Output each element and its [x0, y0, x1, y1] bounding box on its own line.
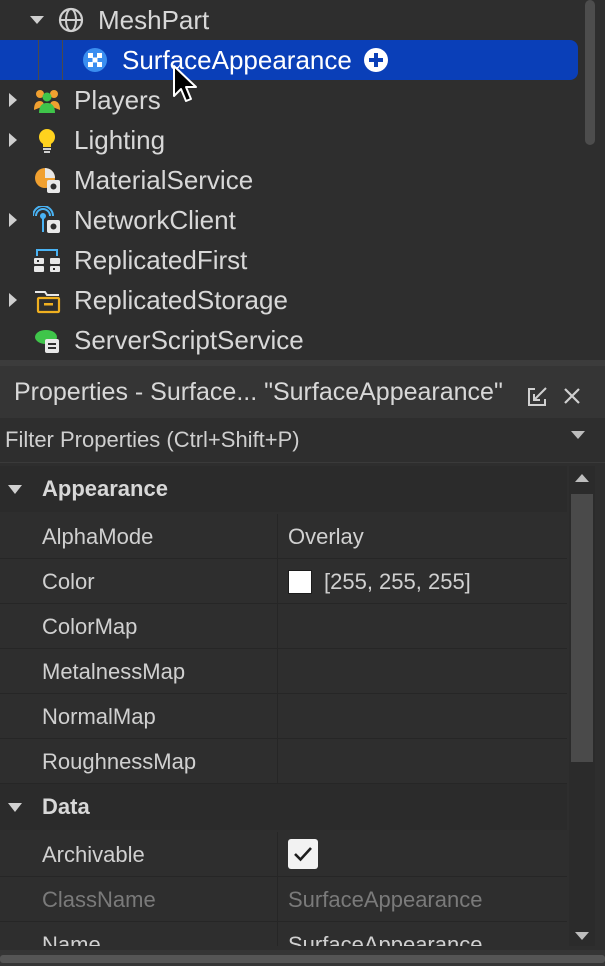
property-name: Archivable [42, 842, 145, 867]
property-row-metalnessmap[interactable]: MetalnessMap [0, 649, 567, 694]
tree-item-label: NetworkClient [74, 205, 236, 235]
tree-item-serverscriptservice[interactable]: ServerScriptService [0, 320, 578, 360]
property-value[interactable]: SurfaceAppearance [288, 932, 482, 946]
close-icon[interactable] [562, 386, 582, 406]
column-divider [277, 922, 278, 946]
tree-item-replicatedfirst[interactable]: ReplicatedFirst [0, 240, 578, 280]
surface-appearance-icon [81, 46, 109, 74]
tree-item-label: Players [74, 85, 161, 115]
checkmark-icon [294, 847, 312, 862]
scroll-up-arrow-icon[interactable] [575, 474, 589, 482]
property-row-color[interactable]: Color [255, 255, 255] [0, 559, 567, 604]
expand-arrow-icon[interactable] [9, 93, 17, 107]
category-label: Data [42, 794, 90, 819]
category-label: Appearance [42, 476, 168, 501]
column-divider [277, 877, 278, 921]
tree-item-label: ServerScriptService [74, 325, 304, 355]
tree-item-replicatedstorage[interactable]: ReplicatedStorage [0, 280, 578, 320]
properties-title: Properties - Surface... "SurfaceAppearan… [14, 378, 503, 406]
property-row-normalmap[interactable]: NormalMap [0, 694, 567, 739]
players-icon [33, 86, 61, 114]
scroll-down-arrow-icon[interactable] [575, 932, 589, 940]
explorer-scrollbar[interactable] [585, 0, 595, 145]
tree-guide-line [38, 40, 39, 80]
property-name: Color [42, 569, 95, 594]
property-value[interactable]: [255, 255, 255] [324, 569, 471, 595]
tree-item-lighting[interactable]: Lighting [0, 120, 578, 160]
meshpart-globe-icon [57, 6, 85, 34]
property-name: MetalnessMap [42, 659, 186, 684]
collapse-arrow-icon[interactable] [8, 485, 22, 494]
collapse-arrow-icon[interactable] [8, 803, 22, 812]
expand-arrow-icon[interactable] [9, 293, 17, 307]
expand-arrow-icon[interactable] [9, 133, 17, 147]
replicated-first-icon [33, 246, 61, 274]
properties-scrollbar[interactable] [569, 466, 595, 946]
explorer-panel: MeshPart SurfaceAppearance Players Light… [0, 0, 605, 360]
column-divider [277, 514, 278, 558]
tree-item-label: MaterialService [74, 165, 254, 195]
property-row-alphamode[interactable]: AlphaMode Overlay [0, 514, 567, 559]
tree-item-players[interactable]: Players [0, 80, 578, 120]
tree-item-label: Lighting [74, 125, 166, 155]
tree-item-label: ReplicatedFirst [74, 245, 248, 275]
column-divider [277, 604, 278, 648]
horizontal-scrollbar[interactable] [0, 955, 605, 963]
category-data[interactable]: Data [0, 784, 567, 830]
filter-bar [0, 418, 605, 463]
property-value: SurfaceAppearance [288, 887, 483, 912]
column-divider [277, 694, 278, 738]
add-object-plus-icon[interactable] [363, 47, 389, 73]
chevron-down-icon[interactable] [571, 431, 585, 439]
tree-item-label: MeshPart [98, 5, 210, 35]
property-row-colormap[interactable]: ColorMap [0, 604, 567, 649]
expand-arrow-icon[interactable] [30, 16, 44, 24]
property-name: RoughnessMap [42, 749, 197, 774]
mouse-cursor-icon [173, 65, 197, 102]
archivable-checkbox[interactable] [288, 839, 318, 869]
tree-item-label: SurfaceAppearance [122, 45, 352, 75]
tree-item-label: ReplicatedStorage [74, 285, 288, 315]
tree-item-materialservice[interactable]: MaterialService [0, 160, 578, 200]
category-appearance[interactable]: Appearance [0, 466, 567, 512]
property-row-name[interactable]: Name SurfaceAppearance [0, 922, 567, 946]
column-divider [277, 832, 278, 876]
property-name: Name [42, 932, 101, 946]
property-row-archivable[interactable]: Archivable [0, 832, 567, 877]
property-name: ColorMap [42, 614, 138, 639]
properties-grid: Appearance AlphaMode Overlay Color [255,… [0, 466, 567, 946]
popout-icon[interactable] [526, 386, 548, 408]
replicated-storage-icon [33, 286, 61, 314]
scrollbar-thumb[interactable] [571, 494, 593, 762]
property-name: NormalMap [42, 704, 156, 729]
property-name: ClassName [42, 887, 156, 912]
tree-guide-line [62, 40, 63, 80]
expand-arrow-icon[interactable] [9, 213, 17, 227]
tree-item-networkclient[interactable]: NetworkClient [0, 200, 578, 240]
color-swatch[interactable] [288, 570, 312, 594]
properties-panel: Properties - Surface... "SurfaceAppearan… [0, 360, 605, 966]
properties-title-bar: Properties - Surface... "SurfaceAppearan… [0, 366, 605, 418]
lighting-bulb-icon [33, 126, 61, 154]
material-service-icon [33, 166, 61, 194]
network-client-icon [32, 205, 61, 234]
property-value[interactable]: Overlay [288, 524, 364, 550]
property-row-classname[interactable]: ClassName SurfaceAppearance [0, 877, 567, 922]
filter-properties-input[interactable] [0, 418, 565, 462]
server-script-service-icon [33, 326, 61, 354]
property-name: AlphaMode [42, 524, 154, 549]
column-divider [277, 739, 278, 783]
tree-item-surfaceappearance[interactable]: SurfaceAppearance [0, 40, 578, 80]
tree-item-meshpart[interactable]: MeshPart [0, 0, 578, 40]
property-row-roughnessmap[interactable]: RoughnessMap [0, 739, 567, 784]
column-divider [277, 649, 278, 693]
column-divider [277, 559, 278, 603]
